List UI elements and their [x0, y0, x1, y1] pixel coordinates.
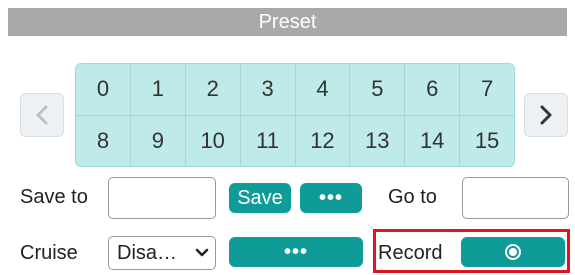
preset-header: Preset — [8, 8, 567, 36]
chevron-left-icon — [36, 105, 48, 125]
record-label: Record — [378, 242, 443, 264]
preset-grid: 0 1 2 3 4 5 6 7 8 9 10 11 12 13 14 15 — [75, 63, 515, 167]
preset-cell-1[interactable]: 1 — [130, 64, 185, 115]
preset-cell-14[interactable]: 14 — [405, 115, 460, 166]
preset-title: Preset — [258, 10, 317, 33]
preset-cell-13[interactable]: 13 — [350, 115, 405, 166]
cruise-label: Cruise — [20, 242, 78, 264]
record-toggle-button[interactable] — [461, 237, 565, 267]
preset-cell-15[interactable]: 15 — [460, 115, 514, 166]
go-to-input[interactable] — [462, 177, 569, 219]
next-page-button[interactable] — [524, 93, 568, 137]
preset-cell-6[interactable]: 6 — [405, 64, 460, 115]
preset-cell-8[interactable]: 8 — [76, 115, 130, 166]
cruise-select-value: Disa… — [117, 241, 178, 264]
save-button[interactable]: Save — [229, 183, 291, 213]
cruise-more-label: ••• — [283, 240, 308, 263]
preset-cell-11[interactable]: 11 — [240, 115, 295, 166]
save-more-button[interactable]: ••• — [300, 183, 362, 213]
save-to-input[interactable] — [108, 177, 216, 219]
go-to-label: Go to — [388, 186, 437, 208]
save-to-label: Save to — [20, 186, 88, 208]
chevron-down-icon — [195, 248, 209, 257]
radio-icon — [505, 244, 521, 260]
preset-cell-5[interactable]: 5 — [350, 64, 405, 115]
preset-cell-4[interactable]: 4 — [295, 64, 350, 115]
chevron-right-icon — [540, 105, 552, 125]
cruise-more-button[interactable]: ••• — [229, 237, 363, 267]
preset-cell-9[interactable]: 9 — [130, 115, 185, 166]
preset-cell-10[interactable]: 10 — [185, 115, 240, 166]
preset-cell-2[interactable]: 2 — [185, 64, 240, 115]
prev-page-button[interactable] — [20, 93, 64, 137]
preset-cell-7[interactable]: 7 — [460, 64, 514, 115]
preset-cell-12[interactable]: 12 — [295, 115, 350, 166]
save-button-label: Save — [237, 186, 283, 209]
preset-cell-0[interactable]: 0 — [76, 64, 130, 115]
cruise-select[interactable]: Disa… — [108, 236, 216, 270]
preset-cell-3[interactable]: 3 — [240, 64, 295, 115]
save-more-label: ••• — [318, 186, 343, 209]
